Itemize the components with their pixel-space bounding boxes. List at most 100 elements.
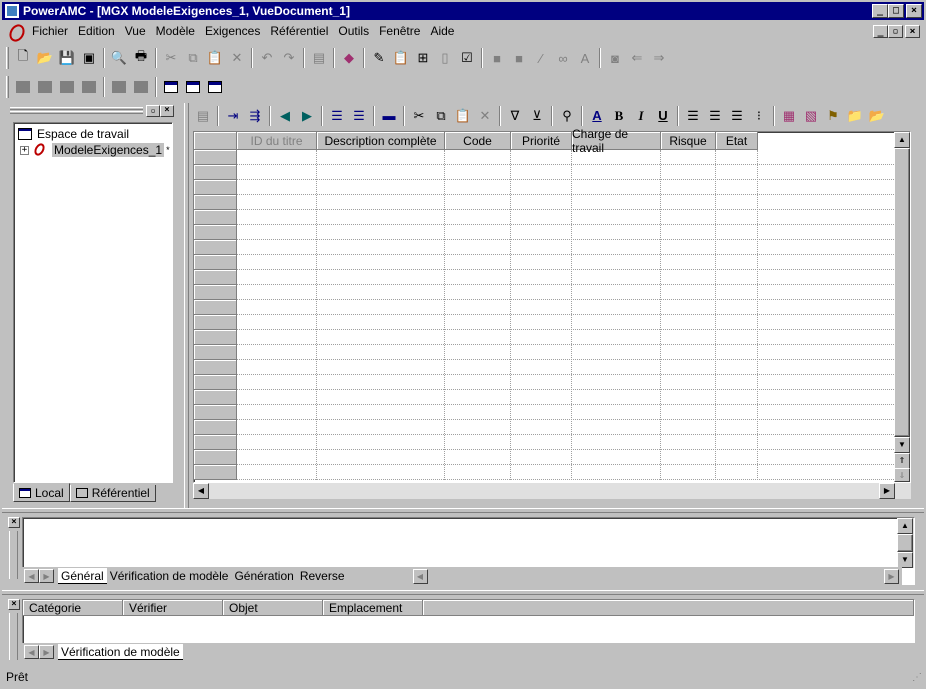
horizontal-splitter-2[interactable] [2, 590, 924, 595]
col-id-header[interactable]: ID du titre [237, 132, 317, 150]
move-left-icon[interactable]: ◀ [274, 105, 296, 127]
filter-icon[interactable]: ∇ [504, 105, 526, 127]
doc-cut-icon[interactable]: ✂ [408, 105, 430, 127]
row-header[interactable] [194, 270, 237, 285]
row-header[interactable] [194, 375, 237, 390]
row-header[interactable] [194, 195, 237, 210]
row-header[interactable] [194, 360, 237, 375]
row-header[interactable] [194, 165, 237, 180]
result-close-button[interactable]: × [8, 599, 20, 610]
scroll-top-icon[interactable]: ⇑ [894, 453, 910, 469]
scroll-up-icon[interactable]: ▲ [894, 132, 910, 148]
menu-aide[interactable]: Aide [425, 24, 459, 38]
output-tab-prev-icon[interactable]: ▶ [39, 569, 54, 583]
browser-restore-button[interactable]: ▫ [146, 105, 160, 117]
scroll-down-icon[interactable]: ▼ [894, 437, 910, 453]
output-grip[interactable] [9, 531, 18, 579]
result-col-check[interactable]: Vérifier [123, 600, 223, 616]
row-header[interactable] [194, 180, 237, 195]
paste-icon[interactable]: 📋 [204, 47, 226, 69]
scroll-left-icon[interactable]: ◀ [193, 483, 209, 499]
menu-modele[interactable]: Modèle [151, 24, 200, 38]
align-center-icon[interactable]: ☰ [704, 105, 726, 127]
tab-generation[interactable]: Génération [231, 568, 296, 584]
align-4-icon[interactable] [78, 76, 100, 98]
browser-close-button[interactable]: × [160, 105, 174, 117]
text-color-icon[interactable]: A [586, 105, 608, 127]
back-icon[interactable]: ⇐ [626, 47, 648, 69]
menu-fichier[interactable]: Fichier [27, 24, 73, 38]
open-folder-icon[interactable]: 📂 [866, 105, 888, 127]
close-button[interactable]: × [906, 4, 922, 18]
row-header[interactable] [194, 255, 237, 270]
row-header[interactable] [194, 225, 237, 240]
open-icon[interactable]: 📂 [34, 47, 56, 69]
document-icon[interactable] [8, 23, 24, 39]
tab-reverse[interactable]: Reverse [297, 568, 348, 584]
browser-grip[interactable] [10, 107, 143, 110]
blank-page-icon[interactable]: ▯ [434, 47, 456, 69]
tab-repository[interactable]: Référentiel [69, 485, 156, 502]
properties-icon[interactable]: ▤ [308, 47, 330, 69]
menu-outils[interactable]: Outils [333, 24, 374, 38]
new-folder-icon[interactable]: 📁 [844, 105, 866, 127]
result-tab-first-icon[interactable]: ◀ [24, 645, 39, 659]
menu-vue[interactable]: Vue [120, 24, 151, 38]
scroll-thumb[interactable] [894, 148, 910, 437]
camera-icon[interactable]: ◙ [604, 47, 626, 69]
row-header[interactable] [194, 150, 237, 165]
row-header[interactable] [194, 390, 237, 405]
row-header[interactable] [194, 465, 237, 480]
browser-tree[interactable]: Espace de travail + ModeleExigences_1 * [13, 122, 173, 483]
filter-settings-icon[interactable]: ⊻ [526, 105, 548, 127]
generic-1-icon[interactable]: ■ [486, 47, 508, 69]
move-down-icon[interactable]: ☰ [348, 105, 370, 127]
expand-icon[interactable]: + [20, 145, 29, 155]
tab-local[interactable]: Local [13, 483, 70, 502]
scroll-bottom-icon[interactable]: ⇓ [894, 468, 910, 482]
pencil-icon[interactable]: ∕ [530, 47, 552, 69]
new-icon[interactable]: 🗋 [12, 47, 34, 69]
align-2-icon[interactable] [34, 76, 56, 98]
traceability-icon[interactable]: ▧ [800, 105, 822, 127]
menu-fenetre[interactable]: Fenêtre [374, 24, 425, 38]
doc-delete-icon[interactable]: ✕ [474, 105, 496, 127]
tab-result-model-check[interactable]: Vérification de modèle [58, 644, 183, 660]
output-close-button[interactable]: × [8, 517, 20, 528]
minimize-button[interactable]: _ [872, 4, 888, 18]
italic-icon[interactable]: I [630, 105, 652, 127]
horizontal-splitter[interactable] [2, 508, 924, 513]
row-header[interactable] [194, 240, 237, 255]
font-icon[interactable]: A [574, 47, 596, 69]
edit-icon[interactable]: ✎ [368, 47, 390, 69]
group-1-icon[interactable] [108, 76, 130, 98]
output-panel-icon[interactable] [182, 76, 204, 98]
link-icon[interactable]: ∞ [552, 47, 574, 69]
save-icon[interactable]: 💾 [56, 47, 78, 69]
align-right-icon[interactable]: ☰ [726, 105, 748, 127]
find-icon[interactable]: ⊞ [412, 47, 434, 69]
print-preview-icon[interactable]: 🔍 [108, 47, 130, 69]
bullets-icon[interactable]: ⁝ [748, 105, 770, 127]
grid-vertical-scrollbar[interactable]: ▲ ▼ ⇑ ⇓ [894, 132, 910, 482]
copy-icon[interactable]: ⧉ [182, 47, 204, 69]
doc-close-button[interactable]: × [905, 24, 920, 38]
scroll-right-icon[interactable]: ▶ [879, 483, 895, 499]
print-icon[interactable]: 🖶 [130, 47, 152, 69]
col-status-header[interactable]: Etat [716, 132, 758, 150]
row-header[interactable] [194, 315, 237, 330]
vertical-splitter[interactable] [184, 103, 189, 508]
insert-row-icon[interactable]: ⇥ [222, 105, 244, 127]
group-2-icon[interactable] [130, 76, 152, 98]
forward-icon[interactable]: ⇒ [648, 47, 670, 69]
doc-restore-button[interactable]: ▫ [888, 24, 903, 38]
doc-copy-icon[interactable]: ⧉ [430, 105, 452, 127]
output-vertical-scrollbar[interactable]: ▲ ▼ [897, 518, 914, 568]
delete-icon[interactable]: ✕ [226, 47, 248, 69]
underline-icon[interactable]: U [652, 105, 674, 127]
result-grip[interactable] [9, 613, 18, 660]
move-right-icon[interactable]: ▶ [296, 105, 318, 127]
generic-2-icon[interactable]: ■ [508, 47, 530, 69]
paste-special-icon[interactable]: 📋 [390, 47, 412, 69]
col-description-header[interactable]: Description complète [317, 132, 445, 150]
